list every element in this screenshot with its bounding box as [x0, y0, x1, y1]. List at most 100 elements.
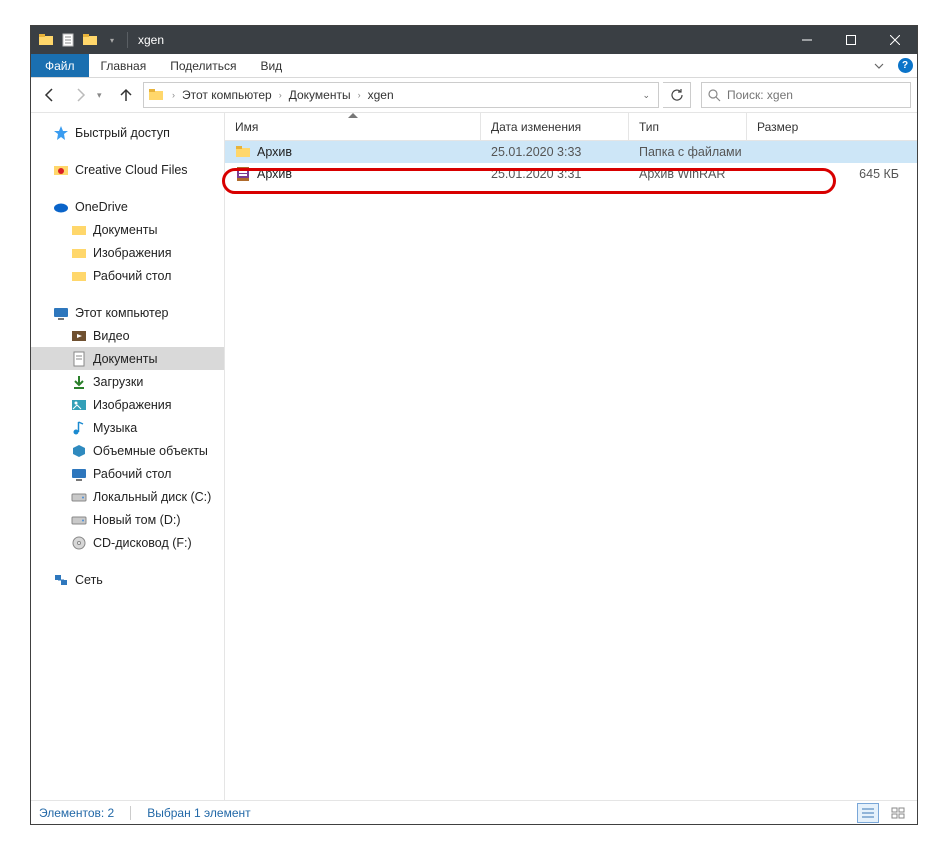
sidebar-item-label: Быстрый доступ: [75, 126, 170, 140]
sidebar-item-label: Новый том (D:): [93, 513, 181, 527]
titlebar[interactable]: ▾ xgen: [31, 26, 917, 54]
sidebar-item-label: Сеть: [75, 573, 103, 587]
qat-dropdown-icon[interactable]: ▾: [103, 31, 121, 49]
explorer-window: ▾ xgen Файл Главная Поделиться Вид ?: [30, 25, 918, 825]
file-date: 25.01.2020 3:33: [481, 145, 629, 159]
pc-icon: [53, 305, 69, 321]
file-size: 645 КБ: [747, 167, 917, 181]
download-icon: [71, 374, 87, 390]
music-icon: [71, 420, 87, 436]
search-box[interactable]: [701, 82, 911, 108]
forward-button[interactable]: [67, 82, 93, 108]
status-selection: Выбран 1 элемент: [147, 806, 250, 820]
folder-icon: [148, 87, 164, 103]
ribbon-tab-home[interactable]: Главная: [89, 54, 159, 77]
body: Быстрый доступ Creative Cloud Files OneD…: [31, 112, 917, 800]
view-details-button[interactable]: [857, 803, 879, 823]
refresh-button[interactable]: [663, 82, 691, 108]
back-button[interactable]: [37, 82, 63, 108]
folder-icon: [71, 268, 87, 284]
view-large-icons-button[interactable]: [887, 803, 909, 823]
sidebar-item-label: CD-дисковод (F:): [93, 536, 192, 550]
sidebar-item-new-volume-d[interactable]: Новый том (D:): [31, 508, 224, 531]
ribbon-bar: Файл Главная Поделиться Вид ?: [31, 54, 917, 78]
sidebar-item-local-disk-c[interactable]: Локальный диск (C:): [31, 485, 224, 508]
sidebar-item-videos[interactable]: Видео: [31, 324, 224, 347]
folder-icon: [235, 144, 251, 160]
folder-icon: [71, 245, 87, 261]
sidebar-item-downloads[interactable]: Загрузки: [31, 370, 224, 393]
sidebar-item-label: OneDrive: [75, 200, 128, 214]
sidebar-item-od-desktop[interactable]: Рабочий стол: [31, 264, 224, 287]
quick-folder-icon[interactable]: [81, 31, 99, 49]
breadcrumb-dropdown-icon[interactable]: ⌄: [642, 90, 654, 101]
history-dropdown-icon[interactable]: ▾: [97, 90, 109, 101]
onedrive-icon: [53, 199, 69, 215]
file-type: Архив WinRAR: [629, 167, 747, 181]
sidebar-item-onedrive[interactable]: OneDrive: [31, 195, 224, 218]
status-item-count: Элементов: 2: [39, 806, 114, 820]
sidebar-item-this-pc[interactable]: Этот компьютер: [31, 301, 224, 324]
sidebar-item-od-pictures[interactable]: Изображения: [31, 241, 224, 264]
sidebar-item-od-documents[interactable]: Документы: [31, 218, 224, 241]
sidebar-item-label: Документы: [93, 352, 157, 366]
sidebar-item-network[interactable]: Сеть: [31, 568, 224, 591]
maximize-button[interactable]: [829, 26, 873, 54]
breadcrumb[interactable]: › Этот компьютер › Документы › xgen ⌄: [143, 82, 659, 108]
sidebar-item-pictures[interactable]: Изображения: [31, 393, 224, 416]
chevron-right-icon[interactable]: ›: [170, 90, 177, 100]
column-header-name[interactable]: Имя: [225, 113, 481, 140]
ribbon-file-tab[interactable]: Файл: [31, 54, 89, 77]
crumb-documents[interactable]: Документы: [286, 88, 354, 102]
crumb-this-pc[interactable]: Этот компьютер: [179, 88, 275, 102]
minimize-button[interactable]: [785, 26, 829, 54]
navigation-bar: ▾ › Этот компьютер › Документы › xgen ⌄: [31, 78, 917, 112]
help-icon: ?: [898, 58, 913, 73]
status-separator: [130, 806, 131, 820]
search-input[interactable]: [727, 88, 904, 102]
ribbon-tab-view[interactable]: Вид: [248, 54, 294, 77]
column-header-size[interactable]: Размер: [747, 113, 917, 140]
file-date: 25.01.2020 3:31: [481, 167, 629, 181]
file-row[interactable]: Архив 25.01.2020 3:31 Архив WinRAR 645 К…: [225, 163, 917, 185]
cube-icon: [71, 443, 87, 459]
column-header-type[interactable]: Тип: [629, 113, 747, 140]
sidebar-item-documents[interactable]: Документы: [31, 347, 224, 370]
sidebar-item-label: Creative Cloud Files: [75, 163, 188, 177]
picture-icon: [71, 397, 87, 413]
cd-icon: [71, 535, 87, 551]
folder-icon: [37, 31, 55, 49]
sidebar-item-label: Видео: [93, 329, 130, 343]
folder-icon: [71, 222, 87, 238]
file-name: Архив: [257, 145, 292, 159]
column-header-date[interactable]: Дата изменения: [481, 113, 629, 140]
file-type: Папка с файлами: [629, 145, 747, 159]
sidebar-item-quick-access[interactable]: Быстрый доступ: [31, 121, 224, 144]
file-list-area: Имя Дата изменения Тип Размер Архив 25.0…: [225, 113, 917, 800]
document-icon: [71, 351, 87, 367]
sidebar-item-cd-drive-f[interactable]: CD-дисковод (F:): [31, 531, 224, 554]
file-row[interactable]: Архив 25.01.2020 3:33 Папка с файлами: [225, 141, 917, 163]
up-button[interactable]: [113, 82, 139, 108]
sidebar-item-label: Документы: [93, 223, 157, 237]
properties-icon[interactable]: [59, 31, 77, 49]
navigation-pane[interactable]: Быстрый доступ Creative Cloud Files OneD…: [31, 113, 225, 800]
search-icon: [708, 89, 721, 102]
crumb-xgen[interactable]: xgen: [365, 88, 397, 102]
desktop-icon: [71, 466, 87, 482]
close-button[interactable]: [873, 26, 917, 54]
chevron-right-icon[interactable]: ›: [277, 90, 284, 100]
help-button[interactable]: ?: [893, 54, 917, 77]
sidebar-item-3d-objects[interactable]: Объемные объекты: [31, 439, 224, 462]
ribbon-expand-icon[interactable]: [865, 54, 893, 77]
file-rows[interactable]: Архив 25.01.2020 3:33 Папка с файлами Ар…: [225, 141, 917, 800]
network-icon: [53, 572, 69, 588]
creative-cloud-icon: [53, 162, 69, 178]
video-icon: [71, 328, 87, 344]
sidebar-item-music[interactable]: Музыка: [31, 416, 224, 439]
chevron-right-icon[interactable]: ›: [356, 90, 363, 100]
sidebar-item-creative-cloud[interactable]: Creative Cloud Files: [31, 158, 224, 181]
rar-icon: [235, 166, 251, 182]
ribbon-tab-share[interactable]: Поделиться: [158, 54, 248, 77]
sidebar-item-desktop[interactable]: Рабочий стол: [31, 462, 224, 485]
